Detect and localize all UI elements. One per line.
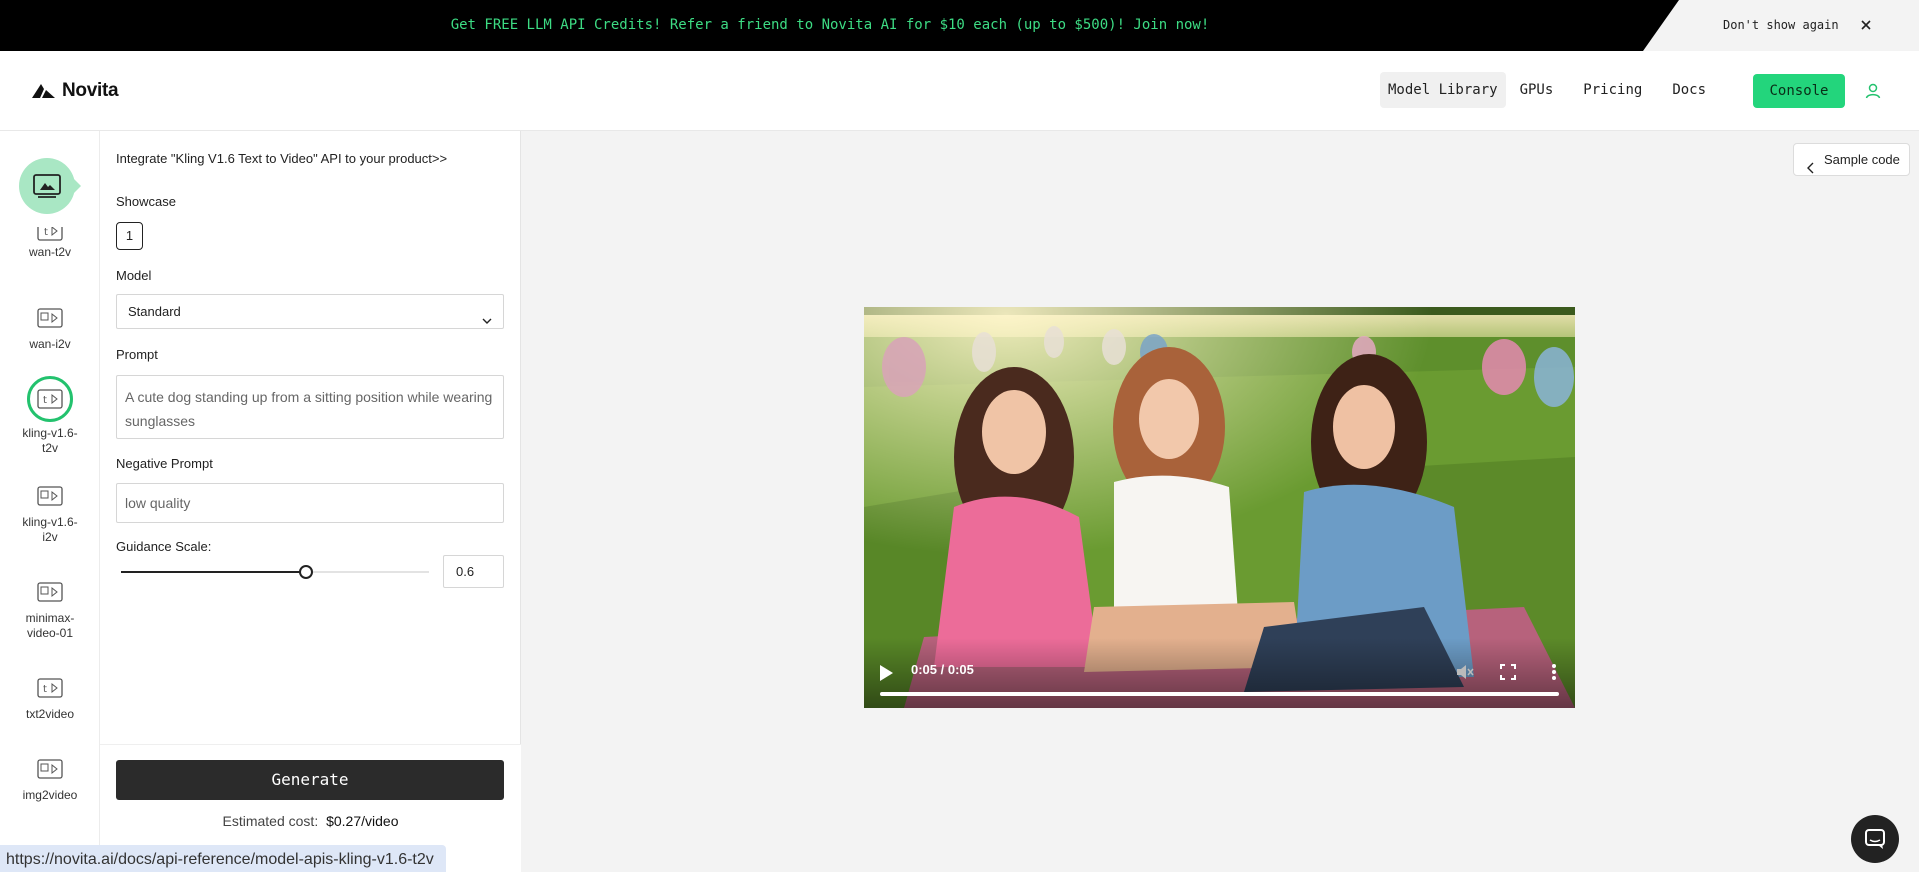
user-icon[interactable] bbox=[1859, 77, 1887, 105]
video-player[interactable]: 0:05 / 0:05 bbox=[864, 307, 1575, 708]
slider-thumb[interactable] bbox=[298, 565, 313, 579]
sample-code-button[interactable]: Sample code bbox=[1793, 143, 1910, 176]
novita-logo[interactable]: Novita bbox=[32, 79, 119, 103]
banner-dismiss-area: Don't show again bbox=[1643, 0, 1919, 51]
negative-prompt-input[interactable]: low quality bbox=[116, 483, 504, 523]
parameters-panel: Integrate "Kling V1.6 Text to Video" API… bbox=[100, 131, 521, 872]
mute-icon[interactable] bbox=[1455, 662, 1475, 682]
chevron-down-icon bbox=[481, 306, 493, 339]
guidance-scale-label: Guidance Scale: bbox=[116, 539, 212, 554]
promo-banner: Get FREE LLM API Credits! Refer a friend… bbox=[0, 0, 1919, 51]
rail-item-label: kling-v1.6-i2v bbox=[22, 515, 78, 544]
fullscreen-icon[interactable] bbox=[1498, 662, 1518, 682]
t2v-icon: t bbox=[35, 673, 65, 703]
video-time: 0:05 / 0:05 bbox=[911, 662, 974, 677]
estimated-cost: Estimated cost: $0.27/video bbox=[100, 813, 521, 829]
close-icon[interactable] bbox=[1857, 16, 1875, 34]
integrate-api-link[interactable]: Integrate "Kling V1.6 Text to Video" API… bbox=[116, 151, 447, 166]
i2v-icon bbox=[35, 754, 65, 784]
rail-item-label: wan-i2v bbox=[29, 337, 71, 351]
rail-item-label: minimax-video-01 bbox=[25, 611, 75, 640]
chat-icon[interactable] bbox=[1851, 815, 1899, 863]
svg-text:t: t bbox=[43, 395, 47, 406]
rail-item-kling-v1.6-i2v[interactable]: kling-v1.6-i2v bbox=[0, 481, 100, 545]
video-progress-bar[interactable] bbox=[880, 692, 1559, 696]
svg-text:t: t bbox=[44, 227, 48, 238]
cost-label: Estimated cost: bbox=[222, 813, 319, 829]
generate-button[interactable]: Generate bbox=[116, 760, 504, 800]
t2v-icon: t bbox=[35, 227, 65, 241]
rail-item-label: kling-v1.6-t2v bbox=[22, 426, 78, 455]
guidance-scale-input[interactable]: 0.6 bbox=[443, 555, 504, 588]
i2v-icon bbox=[35, 577, 65, 607]
promo-banner-link[interactable]: Get FREE LLM API Credits! Refer a friend… bbox=[0, 0, 1660, 51]
cost-value: $0.27/video bbox=[326, 813, 399, 829]
rail-item-label: txt2video bbox=[25, 707, 75, 721]
svg-text:t: t bbox=[43, 684, 47, 695]
novita-logo-icon bbox=[32, 84, 55, 98]
rail-item-kling-v1.6-t2v[interactable]: t kling-v1.6-t2v bbox=[0, 376, 100, 456]
prompt-input[interactable]: A cute dog standing up from a sitting po… bbox=[116, 375, 504, 439]
dont-show-again-button[interactable]: Don't show again bbox=[1723, 0, 1839, 51]
nav-docs[interactable]: Docs bbox=[1664, 72, 1714, 108]
rail-item-img2video[interactable]: img2video bbox=[0, 754, 100, 803]
chevron-left-icon bbox=[1806, 154, 1816, 185]
more-options-icon[interactable] bbox=[1544, 662, 1564, 682]
showcase-item-1[interactable]: 1 bbox=[116, 222, 143, 250]
model-select-value: Standard bbox=[128, 304, 181, 319]
prompt-label: Prompt bbox=[116, 347, 158, 362]
nav-pricing[interactable]: Pricing bbox=[1575, 72, 1650, 108]
rail-item-wan-t2v[interactable]: t wan-t2v bbox=[0, 227, 100, 260]
negative-prompt-label: Negative Prompt bbox=[116, 456, 213, 471]
model-select[interactable]: Standard bbox=[116, 294, 504, 329]
rail-item-label: img2video bbox=[22, 788, 78, 802]
slider-fill bbox=[121, 571, 306, 573]
main-nav: Model Library GPUs Pricing Docs bbox=[1380, 72, 1714, 108]
showcase-label: Showcase bbox=[116, 194, 176, 209]
sample-code-label: Sample code bbox=[1824, 152, 1900, 167]
video-category-icon[interactable] bbox=[19, 158, 81, 214]
t2v-icon: t bbox=[27, 376, 73, 422]
i2v-icon bbox=[35, 303, 65, 333]
nav-gpus[interactable]: GPUs bbox=[1512, 72, 1562, 108]
play-icon[interactable] bbox=[878, 664, 894, 682]
nav-model-library[interactable]: Model Library bbox=[1380, 72, 1506, 108]
guidance-scale-slider[interactable] bbox=[121, 563, 429, 581]
status-bar-url: https://novita.ai/docs/api-reference/mod… bbox=[0, 845, 446, 872]
model-label: Model bbox=[116, 268, 152, 283]
console-button[interactable]: Console bbox=[1753, 74, 1845, 108]
rail-item-wan-i2v[interactable]: wan-i2v bbox=[0, 303, 100, 352]
logo-text: Novita bbox=[62, 80, 119, 101]
site-header: Novita Model Library GPUs Pricing Docs C… bbox=[0, 51, 1919, 131]
i2v-icon bbox=[35, 481, 65, 511]
rail-item-txt2video[interactable]: t txt2video bbox=[0, 673, 100, 722]
video-controls: 0:05 / 0:05 bbox=[864, 638, 1575, 708]
rail-item-minimax-video-01[interactable]: minimax-video-01 bbox=[0, 577, 100, 641]
rail-item-label: wan-t2v bbox=[28, 245, 72, 259]
model-rail: t wan-t2v wan-i2v t kling-v1.6-t2v kling… bbox=[0, 131, 100, 872]
